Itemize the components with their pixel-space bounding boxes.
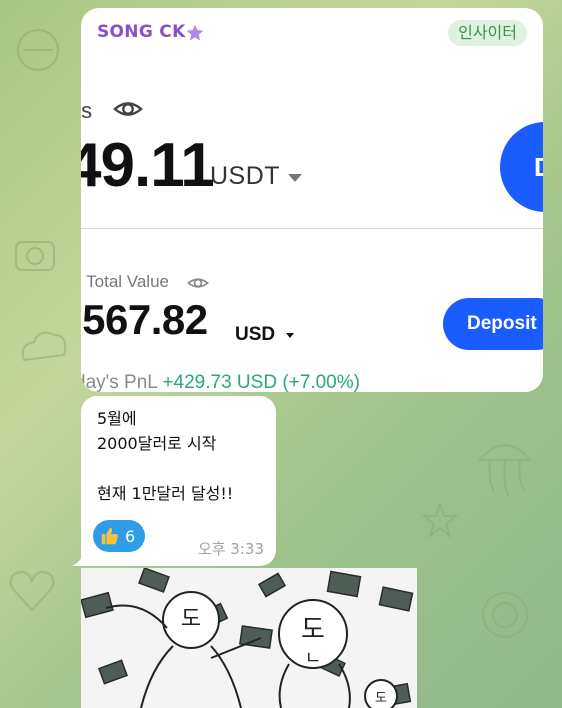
sender-name[interactable]: SONG CK: [97, 22, 186, 42]
pnl-label: day's PnL: [81, 372, 158, 392]
total-value-unit: USD: [235, 324, 276, 345]
heart-doodle-icon: [9, 570, 55, 612]
reaction-chip[interactable]: 6: [93, 520, 146, 552]
meme-letter: 도: [375, 691, 387, 706]
member-tag-badge: 인사이터: [448, 20, 527, 46]
round-action-button: D: [500, 122, 543, 212]
meme-letter: 도: [301, 615, 325, 645]
cloud-doodle-icon: [21, 331, 67, 362]
divider: [81, 228, 543, 229]
message-screenshot[interactable]: SONG CK 인사이터 ts 49.11 USDT D . Total Val…: [81, 8, 543, 392]
meme-image[interactable]: 도 도 ㄴ 도: [81, 568, 417, 708]
eye-icon: [113, 102, 143, 116]
total-value-label: . Total Value: [81, 272, 169, 291]
snail-doodle-icon: [482, 592, 528, 638]
star-icon: [186, 24, 204, 41]
star-doodle-icon: [421, 500, 459, 539]
screenshot-top-section: ts 49.11 USDT D: [81, 60, 543, 228]
message-timestamp: 오후 3:33: [197, 540, 264, 558]
balance-amount: 49.11: [81, 131, 215, 200]
screenshot-image[interactable]: ts 49.11 USDT D . Total Value ,567.82 US…: [81, 60, 543, 392]
pnl-row: day's PnL +429.73 USD (+7.00%): [81, 372, 360, 392]
doodle-icon: [17, 29, 59, 71]
meme-letter: ㄴ: [305, 648, 322, 669]
eye-icon: [187, 278, 209, 288]
sender-header: SONG CK 인사이터: [81, 8, 543, 61]
chevron-down-icon: [286, 333, 294, 338]
meme-drawing: 도 도 ㄴ 도: [81, 568, 417, 708]
message-bubble[interactable]: 5월에 2000달러로 시작 현재 1만달러 달성!! 6 오후 3:33: [81, 396, 276, 566]
reaction-count: 6: [125, 526, 136, 546]
chevron-down-icon: [288, 174, 302, 182]
meme-letter: 도: [181, 607, 201, 632]
thumbs-up-icon: [101, 527, 118, 545]
balance-label-partial: ts: [81, 98, 93, 123]
pnl-value: +429.73 USD (+7.00%): [162, 372, 360, 392]
jellyfish-doodle-icon: [477, 444, 533, 497]
total-value-amount: ,567.82: [81, 296, 208, 343]
message-text: 5월에 2000달러로 시작 현재 1만달러 달성!!: [97, 409, 234, 503]
deposit-button: Deposit: [443, 298, 543, 350]
balance-unit: USDT: [210, 162, 281, 190]
camera-doodle-icon: [15, 241, 55, 271]
